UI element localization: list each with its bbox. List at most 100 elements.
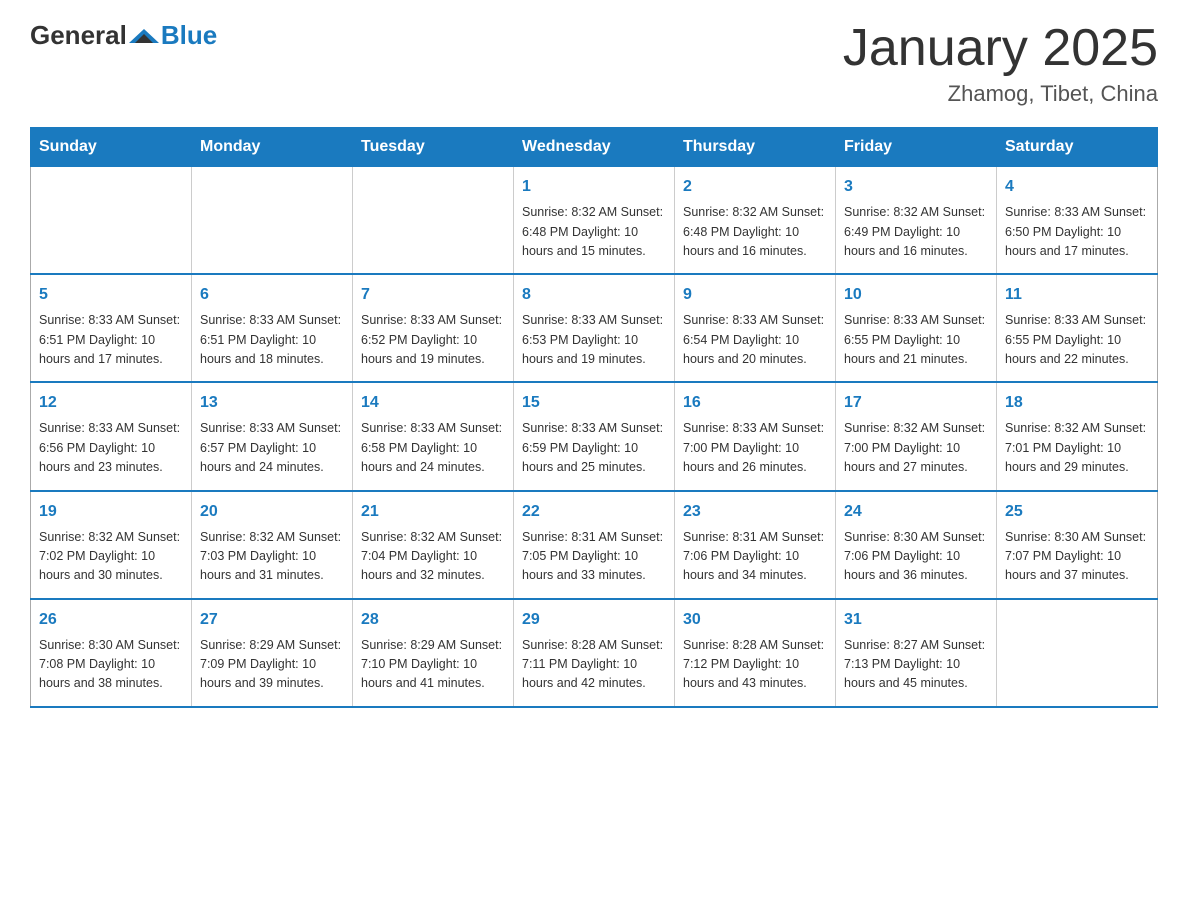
- day-number: 27: [200, 608, 344, 632]
- calendar-week-row: 12Sunrise: 8:33 AM Sunset: 6:56 PM Dayli…: [31, 382, 1158, 490]
- day-info: Sunrise: 8:32 AM Sunset: 6:48 PM Dayligh…: [522, 203, 666, 261]
- day-info: Sunrise: 8:33 AM Sunset: 6:59 PM Dayligh…: [522, 419, 666, 477]
- calendar-cell: 28 Sunrise: 8:29 AM Sunset: 7:10 PM Dayli…: [353, 599, 514, 707]
- day-info: Sunrise: 8:29 AM Sunset: 7:09 PM Dayligh…: [200, 636, 344, 694]
- day-number: 14: [361, 391, 505, 415]
- day-info: Sunrise: 8:32 AM Sunset: 7:00 PM Dayligh…: [844, 419, 988, 477]
- day-info: Sunrise: 8:28 AM Sunset: 7:11 PM Dayligh…: [522, 636, 666, 694]
- header-wednesday: Wednesday: [514, 128, 675, 167]
- day-number: 5: [39, 283, 183, 307]
- logo-icon: [129, 21, 159, 51]
- day-number: 11: [1005, 283, 1149, 307]
- calendar-cell: 9Sunrise: 8:33 AM Sunset: 6:54 PM Daylig…: [675, 274, 836, 382]
- day-info: Sunrise: 8:32 AM Sunset: 7:04 PM Dayligh…: [361, 528, 505, 586]
- location-title: Zhamog, Tibet, China: [843, 81, 1158, 107]
- day-number: 28: [361, 608, 505, 632]
- calendar-cell: [31, 167, 192, 275]
- day-info: Sunrise: 8:32 AM Sunset: 6:48 PM Dayligh…: [683, 203, 827, 261]
- header-saturday: Saturday: [997, 128, 1158, 167]
- calendar-cell: 7 Sunrise: 8:33 AM Sunset: 6:52 PM Daylig…: [353, 274, 514, 382]
- day-number: 2: [683, 175, 827, 199]
- day-number: 8: [522, 283, 666, 307]
- day-info: Sunrise: 8:33 AM Sunset: 6:51 PM Dayligh…: [39, 311, 183, 369]
- day-number: 23: [683, 500, 827, 524]
- calendar-cell: 25 Sunrise: 8:30 AM Sunset: 7:07 PM Dayli…: [997, 491, 1158, 599]
- calendar-cell: 5 Sunrise: 8:33 AM Sunset: 6:51 PM Daylig…: [31, 274, 192, 382]
- day-number: 22: [522, 500, 666, 524]
- calendar-cell: 24Sunrise: 8:30 AM Sunset: 7:06 PM Dayli…: [836, 491, 997, 599]
- calendar-cell: 15 Sunrise: 8:33 AM Sunset: 6:59 PM Dayli…: [514, 382, 675, 490]
- day-info: Sunrise: 8:27 AM Sunset: 7:13 PM Dayligh…: [844, 636, 988, 694]
- calendar-week-row: 19 Sunrise: 8:32 AM Sunset: 7:02 PM Dayli…: [31, 491, 1158, 599]
- weekday-header-row: Sunday Monday Tuesday Wednesday Thursday…: [31, 128, 1158, 167]
- day-info: Sunrise: 8:33 AM Sunset: 6:55 PM Dayligh…: [844, 311, 988, 369]
- calendar-cell: 1 Sunrise: 8:32 AM Sunset: 6:48 PM Daylig…: [514, 167, 675, 275]
- day-info: Sunrise: 8:33 AM Sunset: 6:54 PM Dayligh…: [683, 311, 827, 369]
- calendar-cell: 16Sunrise: 8:33 AM Sunset: 7:00 PM Dayli…: [675, 382, 836, 490]
- day-info: Sunrise: 8:33 AM Sunset: 6:55 PM Dayligh…: [1005, 311, 1149, 369]
- calendar-cell: 14 Sunrise: 8:33 AM Sunset: 6:58 PM Dayli…: [353, 382, 514, 490]
- day-number: 6: [200, 283, 344, 307]
- day-info: Sunrise: 8:32 AM Sunset: 7:03 PM Dayligh…: [200, 528, 344, 586]
- calendar-week-row: 5 Sunrise: 8:33 AM Sunset: 6:51 PM Daylig…: [31, 274, 1158, 382]
- calendar-cell: [353, 167, 514, 275]
- logo: General Blue: [30, 20, 217, 51]
- day-info: Sunrise: 8:33 AM Sunset: 6:58 PM Dayligh…: [361, 419, 505, 477]
- day-number: 17: [844, 391, 988, 415]
- day-info: Sunrise: 8:30 AM Sunset: 7:08 PM Dayligh…: [39, 636, 183, 694]
- day-info: Sunrise: 8:29 AM Sunset: 7:10 PM Dayligh…: [361, 636, 505, 694]
- header-thursday: Thursday: [675, 128, 836, 167]
- calendar-cell: 13 Sunrise: 8:33 AM Sunset: 6:57 PM Dayli…: [192, 382, 353, 490]
- day-number: 13: [200, 391, 344, 415]
- day-number: 4: [1005, 175, 1149, 199]
- day-number: 31: [844, 608, 988, 632]
- day-number: 26: [39, 608, 183, 632]
- calendar-cell: 30Sunrise: 8:28 AM Sunset: 7:12 PM Dayli…: [675, 599, 836, 707]
- day-info: Sunrise: 8:31 AM Sunset: 7:05 PM Dayligh…: [522, 528, 666, 586]
- calendar-cell: 6 Sunrise: 8:33 AM Sunset: 6:51 PM Daylig…: [192, 274, 353, 382]
- day-info: Sunrise: 8:30 AM Sunset: 7:07 PM Dayligh…: [1005, 528, 1149, 586]
- day-number: 29: [522, 608, 666, 632]
- calendar-cell: 18Sunrise: 8:32 AM Sunset: 7:01 PM Dayli…: [997, 382, 1158, 490]
- day-info: Sunrise: 8:32 AM Sunset: 6:49 PM Dayligh…: [844, 203, 988, 261]
- calendar-cell: 12Sunrise: 8:33 AM Sunset: 6:56 PM Dayli…: [31, 382, 192, 490]
- calendar-cell: 2 Sunrise: 8:32 AM Sunset: 6:48 PM Daylig…: [675, 167, 836, 275]
- header-friday: Friday: [836, 128, 997, 167]
- calendar-cell: 11 Sunrise: 8:33 AM Sunset: 6:55 PM Dayli…: [997, 274, 1158, 382]
- day-info: Sunrise: 8:33 AM Sunset: 6:52 PM Dayligh…: [361, 311, 505, 369]
- calendar-table: Sunday Monday Tuesday Wednesday Thursday…: [30, 127, 1158, 708]
- calendar-cell: 10 Sunrise: 8:33 AM Sunset: 6:55 PM Dayli…: [836, 274, 997, 382]
- day-info: Sunrise: 8:32 AM Sunset: 7:01 PM Dayligh…: [1005, 419, 1149, 477]
- day-info: Sunrise: 8:28 AM Sunset: 7:12 PM Dayligh…: [683, 636, 827, 694]
- day-info: Sunrise: 8:33 AM Sunset: 6:50 PM Dayligh…: [1005, 203, 1149, 261]
- day-info: Sunrise: 8:32 AM Sunset: 7:02 PM Dayligh…: [39, 528, 183, 586]
- header-sunday: Sunday: [31, 128, 192, 167]
- calendar-cell: 23 Sunrise: 8:31 AM Sunset: 7:06 PM Dayli…: [675, 491, 836, 599]
- calendar-cell: 31 Sunrise: 8:27 AM Sunset: 7:13 PM Dayli…: [836, 599, 997, 707]
- header-monday: Monday: [192, 128, 353, 167]
- calendar-week-row: 1 Sunrise: 8:32 AM Sunset: 6:48 PM Daylig…: [31, 167, 1158, 275]
- calendar-cell: 17 Sunrise: 8:32 AM Sunset: 7:00 PM Dayli…: [836, 382, 997, 490]
- day-info: Sunrise: 8:33 AM Sunset: 6:57 PM Dayligh…: [200, 419, 344, 477]
- day-number: 25: [1005, 500, 1149, 524]
- day-info: Sunrise: 8:31 AM Sunset: 7:06 PM Dayligh…: [683, 528, 827, 586]
- day-info: Sunrise: 8:33 AM Sunset: 6:51 PM Dayligh…: [200, 311, 344, 369]
- day-number: 1: [522, 175, 666, 199]
- title-block: January 2025 Zhamog, Tibet, China: [843, 20, 1158, 107]
- logo-general-text: General: [30, 20, 127, 51]
- day-number: 21: [361, 500, 505, 524]
- day-number: 10: [844, 283, 988, 307]
- calendar-cell: 19 Sunrise: 8:32 AM Sunset: 7:02 PM Dayli…: [31, 491, 192, 599]
- calendar-week-row: 26 Sunrise: 8:30 AM Sunset: 7:08 PM Dayli…: [31, 599, 1158, 707]
- calendar-cell: 20Sunrise: 8:32 AM Sunset: 7:03 PM Dayli…: [192, 491, 353, 599]
- day-number: 7: [361, 283, 505, 307]
- calendar-cell: 3Sunrise: 8:32 AM Sunset: 6:49 PM Daylig…: [836, 167, 997, 275]
- day-number: 15: [522, 391, 666, 415]
- day-number: 24: [844, 500, 988, 524]
- month-title: January 2025: [843, 20, 1158, 77]
- calendar-cell: 22 Sunrise: 8:31 AM Sunset: 7:05 PM Dayli…: [514, 491, 675, 599]
- day-info: Sunrise: 8:33 AM Sunset: 7:00 PM Dayligh…: [683, 419, 827, 477]
- header-tuesday: Tuesday: [353, 128, 514, 167]
- day-number: 19: [39, 500, 183, 524]
- calendar-cell: 26 Sunrise: 8:30 AM Sunset: 7:08 PM Dayli…: [31, 599, 192, 707]
